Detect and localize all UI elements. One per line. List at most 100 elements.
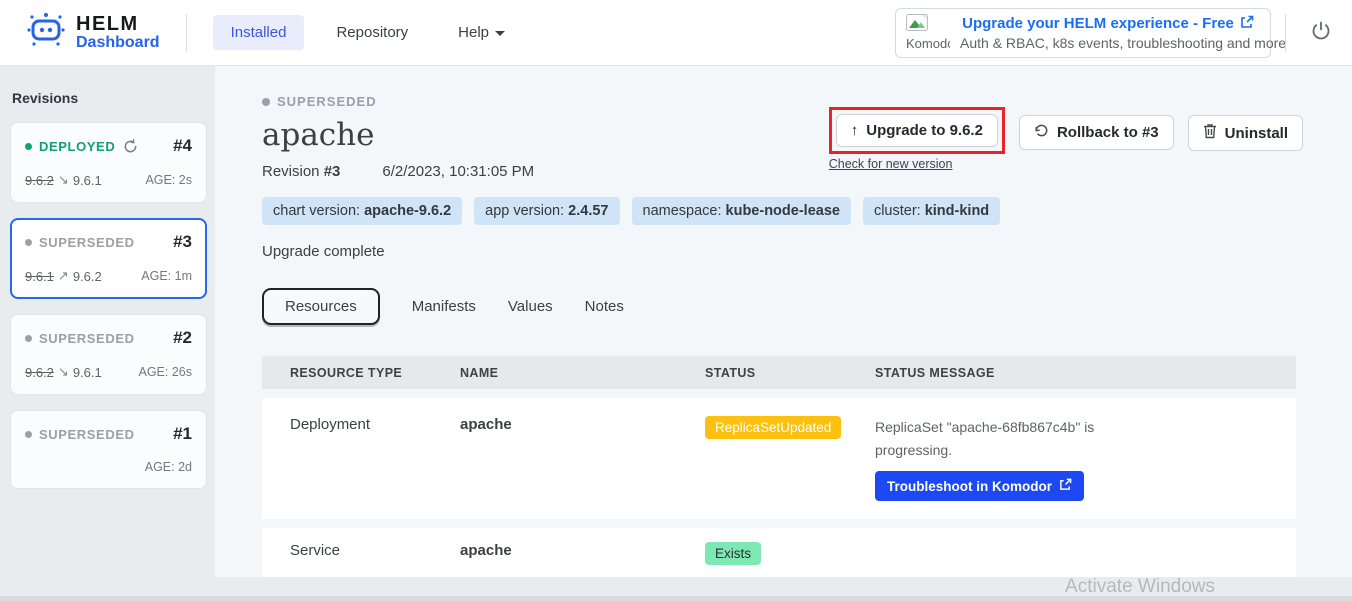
logo-title: HELM — [76, 14, 160, 35]
annotation-highlight-box: ↑ Upgrade to 9.6.2 — [829, 107, 1005, 154]
revision-number: #3 — [324, 163, 341, 180]
revision-number: #3 — [173, 232, 192, 252]
status-message-cell: ReplicaSet "apache-68fb867c4b" is progre… — [875, 398, 1296, 519]
status-dot — [25, 335, 32, 342]
revision-status: DEPLOYED — [39, 139, 115, 154]
cluster-chip: cluster: kind-kind — [863, 197, 1000, 225]
helm-logo[interactable]: HELM Dashboard — [26, 12, 160, 53]
revision-card-4[interactable]: DEPLOYED #4 9.6.2 ↘ 9.6.1 AGE: 2s — [10, 122, 207, 203]
table-header-row: RESOURCE TYPE NAME STATUS STATUS MESSAGE — [262, 356, 1296, 389]
release-metadata-chips: chart version: apache-9.6.2 app version:… — [262, 197, 1352, 225]
nav-tab-help[interactable]: Help — [440, 15, 523, 50]
revision-number: #2 — [173, 328, 192, 348]
status-dot — [25, 431, 32, 438]
revision-prefix: Revision — [262, 163, 324, 180]
status-dot — [25, 239, 32, 246]
revision-card-3[interactable]: SUPERSEDED #3 9.6.1 ↗ 9.6.2 AGE: 1m — [10, 218, 207, 299]
chip-label: cluster: — [874, 203, 925, 219]
revision-status: SUPERSEDED — [39, 427, 135, 442]
banner-title-link[interactable]: Upgrade your HELM experience - Free — [960, 15, 1256, 33]
release-detail-panel: SUPERSEDED apache Revision #3 6/2/2023, … — [215, 66, 1352, 577]
external-link-icon — [1240, 15, 1254, 33]
column-header-resource-type: RESOURCE TYPE — [290, 366, 460, 380]
revision-card-2[interactable]: SUPERSEDED #2 9.6.2 ↘ 9.6.1 AGE: 26s — [10, 314, 207, 395]
trash-icon — [1203, 123, 1217, 143]
revision-date: 6/2/2023, 10:31:05 PM — [382, 163, 534, 180]
resource-name-cell: apache — [460, 528, 705, 577]
revision-status: SUPERSEDED — [39, 235, 135, 250]
resources-table: RESOURCE TYPE NAME STATUS STATUS MESSAGE… — [262, 356, 1296, 577]
status-message-text: ReplicaSet "apache-68fb867c4b" is progre… — [875, 416, 1100, 462]
rollback-icon — [1034, 123, 1049, 142]
troubleshoot-button-label: Troubleshoot in Komodor — [887, 479, 1052, 494]
main-nav: Installed Repository Help — [213, 15, 523, 50]
tab-values[interactable]: Values — [508, 290, 553, 323]
release-status-label: SUPERSEDED — [277, 94, 377, 109]
komodor-promo-banner[interactable]: Komodor Upgrade your HELM experience - F… — [895, 8, 1271, 58]
troubleshoot-komodor-button[interactable]: Troubleshoot in Komodor — [875, 471, 1084, 501]
resource-type-cell: Deployment — [290, 398, 460, 519]
resource-status-cell: Exists — [705, 528, 875, 577]
revision-status: SUPERSEDED — [39, 331, 135, 346]
help-label: Help — [458, 24, 489, 41]
nav-tab-repository[interactable]: Repository — [318, 15, 426, 50]
header-divider — [186, 14, 187, 52]
revisions-sidebar: Revisions DEPLOYED #4 9.6.2 ↘ — [0, 66, 215, 601]
helm-dashboard-app: HELM Dashboard Installed Repository Help… — [0, 0, 1352, 601]
arrow-up-icon: ↑ — [851, 122, 859, 139]
banner-texts: Upgrade your HELM experience - Free Auth… — [960, 15, 1256, 51]
bottom-edge-strip — [0, 596, 1352, 601]
external-link-icon — [1059, 478, 1072, 494]
release-status-message: Upgrade complete — [262, 243, 1352, 260]
revisions-title: Revisions — [12, 90, 207, 106]
new-version: 9.6.1 — [73, 173, 102, 188]
tab-manifests[interactable]: Manifests — [412, 290, 476, 323]
app-version-chip: app version: 2.4.57 — [474, 197, 619, 225]
tab-notes[interactable]: Notes — [585, 290, 624, 323]
logo-subtitle: Dashboard — [76, 35, 160, 52]
release-actions: ↑ Upgrade to 9.6.2 Check for new version — [829, 107, 1303, 171]
revision-age: AGE: 1m — [141, 269, 192, 283]
revision-age: AGE: 2s — [145, 173, 192, 187]
column-header-status: STATUS — [705, 366, 875, 380]
resource-type-cell: Service — [290, 528, 460, 577]
revision-label: Revision #3 — [262, 163, 340, 180]
old-version: 9.6.1 — [25, 269, 54, 284]
reload-icon[interactable] — [123, 139, 138, 154]
banner-title-text: Upgrade your HELM experience - Free — [962, 15, 1234, 32]
revision-number: #1 — [173, 424, 192, 444]
chip-label: chart version: — [273, 203, 364, 219]
komodor-broken-image: Komodor — [906, 14, 950, 51]
check-new-version-link[interactable]: Check for new version — [829, 157, 953, 171]
table-row-service: Service apache Exists — [262, 528, 1296, 577]
tab-resources[interactable]: Resources — [262, 288, 380, 325]
upgrade-section: ↑ Upgrade to 9.6.2 Check for new version — [829, 107, 1005, 171]
revision-card-1[interactable]: SUPERSEDED #1 AGE: 2d — [10, 410, 207, 489]
chart-version-chip: chart version: apache-9.6.2 — [262, 197, 462, 225]
rollback-button[interactable]: Rollback to #3 — [1019, 115, 1174, 150]
old-version: 9.6.2 — [25, 365, 54, 380]
column-header-status-message: STATUS MESSAGE — [875, 366, 1296, 380]
resource-name-cell: apache — [460, 398, 705, 519]
chevron-down-icon — [495, 31, 505, 36]
upgrade-button[interactable]: ↑ Upgrade to 9.6.2 — [836, 114, 998, 147]
new-version: 9.6.2 — [73, 269, 102, 284]
power-icon — [1310, 20, 1332, 45]
status-dot — [262, 98, 270, 106]
status-message-cell — [875, 528, 1296, 577]
shutdown-button[interactable] — [1310, 20, 1332, 45]
chip-value: kind-kind — [925, 203, 989, 219]
chip-label: namespace: — [643, 203, 726, 219]
banner-subtitle: Auth & RBAC, k8s events, troubleshooting… — [960, 35, 1256, 51]
main-column: SUPERSEDED apache Revision #3 6/2/2023, … — [215, 66, 1352, 601]
uninstall-button[interactable]: Uninstall — [1188, 115, 1303, 151]
upgrade-arrow-icon: ↗ — [58, 268, 69, 284]
nav-tab-installed[interactable]: Installed — [213, 15, 305, 50]
table-row-deployment: Deployment apache ReplicaSetUpdated Repl… — [262, 398, 1296, 519]
chip-value: kube-node-lease — [726, 203, 840, 219]
revision-age: AGE: 26s — [139, 365, 193, 379]
column-header-name: NAME — [460, 366, 705, 380]
upgrade-button-label: Upgrade to 9.6.2 — [866, 122, 983, 139]
komodor-image-alt-text: Komodor — [906, 36, 950, 51]
status-dot — [25, 143, 32, 150]
